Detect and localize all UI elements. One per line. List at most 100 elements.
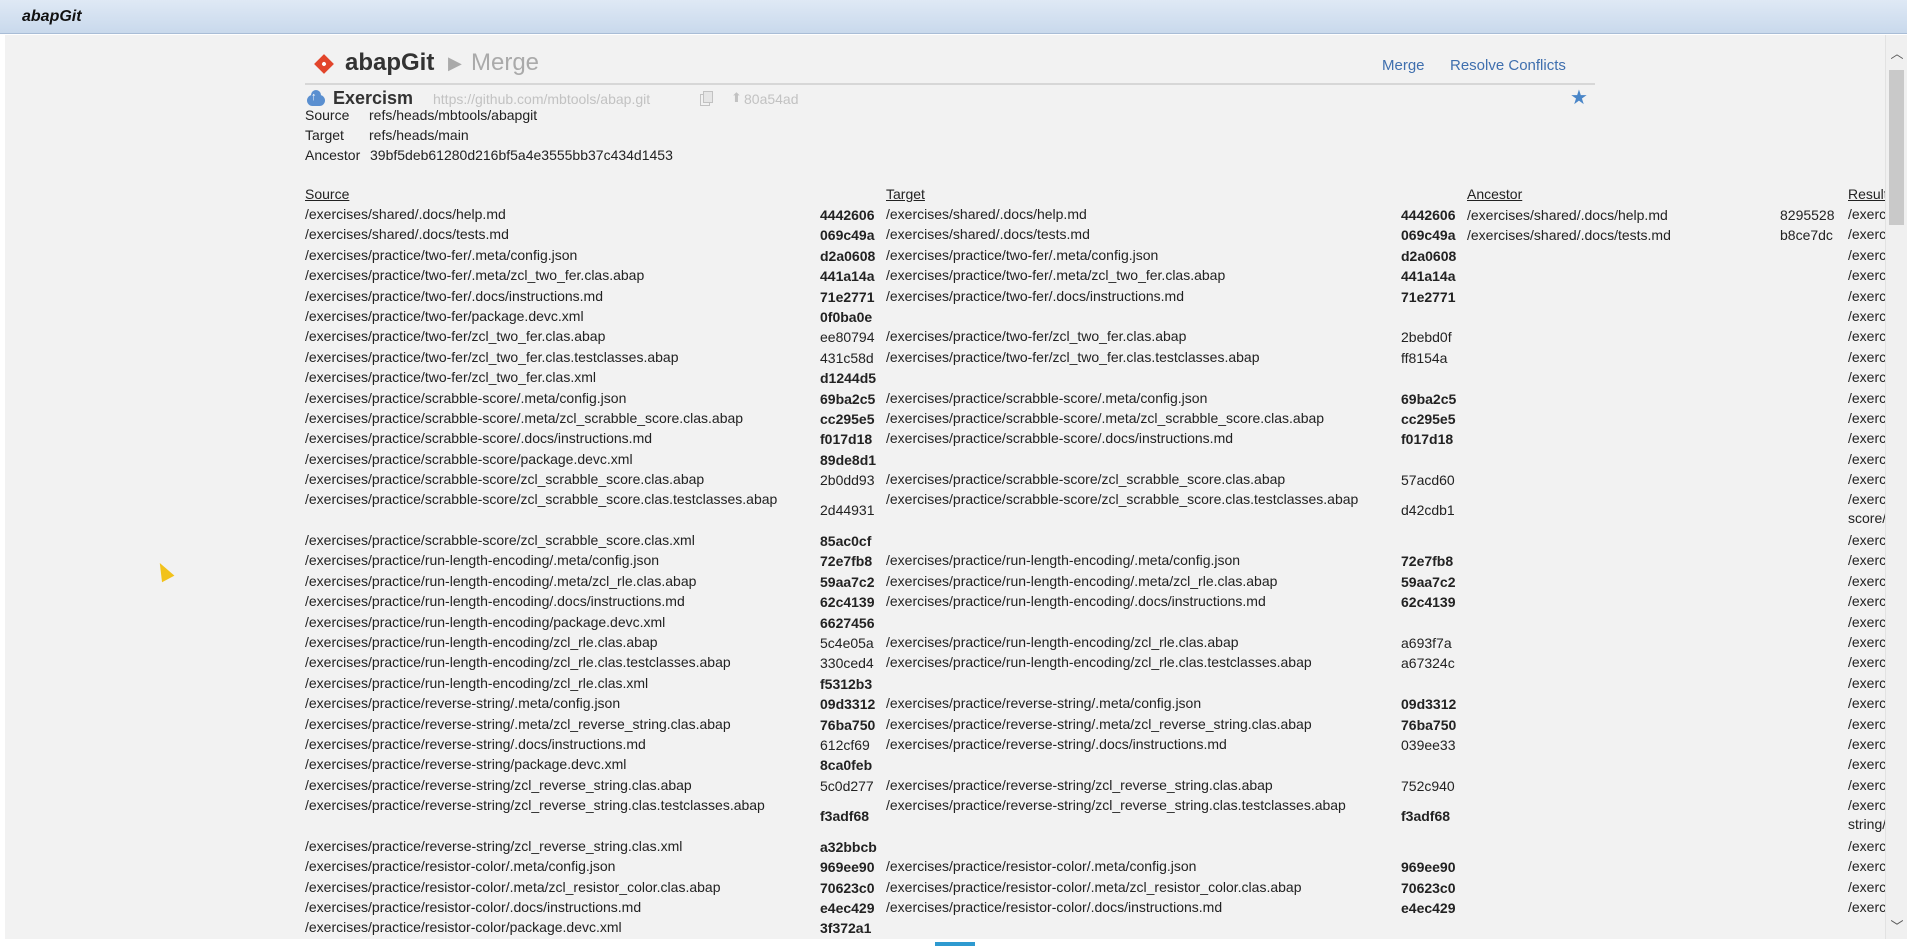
target-hash: 2bebd0f xyxy=(1401,329,1452,346)
page-viewport: abapGit ▶ Merge Merge Resolve Conflicts … xyxy=(5,35,1889,939)
source-hash: ee80794 xyxy=(820,329,875,346)
source-path: /exercises/practice/resistor-color/.meta… xyxy=(305,858,616,875)
result-path: /exerc xyxy=(1848,328,1887,345)
result-path: /exerc xyxy=(1848,715,1887,732)
column-header-source[interactable]: Source xyxy=(305,186,349,202)
source-hash: d1244d5 xyxy=(820,370,877,387)
result-path: /exerc xyxy=(1848,267,1887,284)
source-hash: 612cf69 xyxy=(820,736,870,753)
result-path: /exerc xyxy=(1848,898,1887,915)
table-row: /exercises/shared/.docs/help.md 4442606/e… xyxy=(305,205,1889,225)
target-hash: e4ec429 xyxy=(1401,899,1456,916)
table-row: /exercises/practice/two-fer/zcl_two_fer.… xyxy=(305,348,1889,368)
source-hash: 59aa7c2 xyxy=(820,573,875,590)
table-row: /exercises/practice/scrabble-score/packa… xyxy=(305,450,1889,470)
source-path: /exercises/practice/scrabble-score/.docs… xyxy=(305,430,653,447)
table-row: /exercises/practice/scrabble-score/zcl_s… xyxy=(305,490,1889,531)
source-hash: 70623c0 xyxy=(820,879,875,896)
source-hash: 76ba750 xyxy=(820,716,876,733)
result-path: /exerc xyxy=(1848,695,1887,712)
result-path: /exerc xyxy=(1848,878,1887,895)
table-row: /exercises/practice/reverse-string/packa… xyxy=(305,755,1889,775)
target-path: /exercises/practice/two-fer/zcl_two_fer.… xyxy=(886,348,1260,365)
resolve-conflicts-link[interactable]: Resolve Conflicts xyxy=(1450,57,1566,74)
source-hash: 69ba2c5 xyxy=(820,390,876,407)
merge-file-table: /exercises/shared/.docs/help.md 4442606/e… xyxy=(305,205,1889,939)
column-header-target[interactable]: Target xyxy=(886,186,925,202)
table-row: /exercises/practice/two-fer/.docs/instru… xyxy=(305,287,1889,307)
source-hash: 8ca0feb xyxy=(820,757,873,774)
target-path: /exercises/practice/scrabble-score/.docs… xyxy=(886,430,1234,447)
result-path: /exerc xyxy=(1848,634,1887,651)
source-path: /exercises/practice/reverse-string/.meta… xyxy=(305,695,621,712)
commit-hash[interactable]: 80a54ad xyxy=(744,91,799,107)
table-row: /exercises/practice/scrabble-score/zcl_s… xyxy=(305,470,1889,490)
progress-marker xyxy=(935,942,975,946)
source-hash: 5c4e05a xyxy=(820,635,874,652)
source-path: /exercises/practice/run-length-encoding/… xyxy=(305,654,731,671)
source-path: /exercises/practice/reverse-string/.docs… xyxy=(305,735,646,752)
repo-url[interactable]: https://github.com/mbtools/abap.git xyxy=(433,91,650,107)
table-row: /exercises/practice/resistor-color/packa… xyxy=(305,918,1889,938)
table-row: /exercises/practice/two-fer/.meta/zcl_tw… xyxy=(305,266,1889,286)
copy-icon[interactable] xyxy=(700,91,713,106)
table-row: /exercises/practice/scrabble-score/zcl_s… xyxy=(305,531,1889,551)
cloud-upload-icon xyxy=(307,90,325,106)
scroll-down-icon[interactable]: ﹀ xyxy=(1886,916,1907,935)
table-row: /exercises/practice/scrabble-score/.docs… xyxy=(305,429,1889,449)
target-hash: 57acd60 xyxy=(1401,472,1455,489)
ancestor-path: /exercises/shared/.docs/help.md xyxy=(1467,207,1668,223)
result-path: /exerc xyxy=(1848,613,1887,630)
scroll-up-icon[interactable]: ︿ xyxy=(1886,43,1907,62)
source-hash: a32bbcb xyxy=(820,838,877,855)
target-path: /exercises/practice/two-fer/.docs/instru… xyxy=(886,287,1184,304)
ancestor-hash: b8ce7dc xyxy=(1780,227,1833,244)
result-path: /exerc xyxy=(1848,593,1887,610)
abapgit-logo-icon xyxy=(314,54,334,74)
info-label: Target xyxy=(305,127,344,143)
result-path: /exerc xyxy=(1848,409,1887,426)
target-path: /exercises/shared/.docs/tests.md xyxy=(886,226,1090,243)
ancestor-path: /exercises/shared/.docs/tests.md xyxy=(1467,227,1671,244)
target-hash: 752c940 xyxy=(1401,777,1455,794)
column-header-ancestor[interactable]: Ancestor xyxy=(1467,186,1522,202)
table-row: /exercises/practice/two-fer/zcl_two_fer.… xyxy=(305,327,1889,347)
result-path: /exerc xyxy=(1848,837,1887,854)
target-hash: ff8154a xyxy=(1401,349,1448,366)
result-path: /exerc xyxy=(1848,307,1887,324)
star-icon[interactable]: ★ xyxy=(1570,85,1588,110)
source-path: /exercises/practice/two-fer/zcl_two_fer.… xyxy=(305,348,679,365)
vertical-scrollbar[interactable]: ︿ ﹀ xyxy=(1885,35,1907,939)
result-path: /exerc xyxy=(1848,735,1887,752)
repo-name[interactable]: Exercism xyxy=(333,88,413,109)
table-row: /exercises/practice/scrabble-score/.meta… xyxy=(305,409,1889,429)
source-path: /exercises/shared/.docs/tests.md xyxy=(305,226,509,243)
result-path: /exerc xyxy=(1848,756,1887,773)
info-label: Source xyxy=(305,107,350,123)
result-path: /exerc xyxy=(1848,858,1887,875)
source-hash: d2a0608 xyxy=(820,247,876,264)
source-path: /exercises/practice/scrabble-score/packa… xyxy=(305,450,633,467)
target-path: /exercises/shared/.docs/help.md xyxy=(886,206,1087,222)
source-hash: 441a14a xyxy=(820,268,875,285)
target-path: /exercises/practice/resistor-color/.meta… xyxy=(886,878,1302,895)
source-path: /exercises/practice/run-length-encoding/… xyxy=(305,593,685,610)
result-path: /exercises/practice/scrabble-score/zcl_s… xyxy=(1848,491,1889,527)
source-hash: 89de8d1 xyxy=(820,451,877,468)
target-path: /exercises/practice/run-length-encoding/… xyxy=(886,593,1266,610)
table-row: /exercises/practice/reverse-string/.meta… xyxy=(305,694,1889,714)
table-row: /exercises/practice/two-fer/zcl_two_fer.… xyxy=(305,368,1889,388)
table-row: /exercises/practice/run-length-encoding/… xyxy=(305,633,1889,653)
target-path: /exercises/practice/scrabble-score/.meta… xyxy=(886,389,1208,406)
column-header-result[interactable]: Result xyxy=(1848,186,1888,202)
source-path: /exercises/practice/reverse-string/zcl_r… xyxy=(305,837,683,854)
target-hash: d2a0608 xyxy=(1401,247,1457,264)
source-path: /exercises/practice/reverse-string/zcl_r… xyxy=(305,776,692,793)
result-path: /exerc xyxy=(1848,287,1887,304)
result-path: /exerc xyxy=(1848,226,1887,243)
merge-link[interactable]: Merge xyxy=(1382,57,1425,74)
result-path: /exerc xyxy=(1848,246,1887,263)
scrollbar-thumb[interactable] xyxy=(1889,70,1904,225)
target-path: /exercises/practice/two-fer/zcl_two_fer.… xyxy=(886,328,1187,345)
target-hash: 969ee90 xyxy=(1401,859,1456,876)
